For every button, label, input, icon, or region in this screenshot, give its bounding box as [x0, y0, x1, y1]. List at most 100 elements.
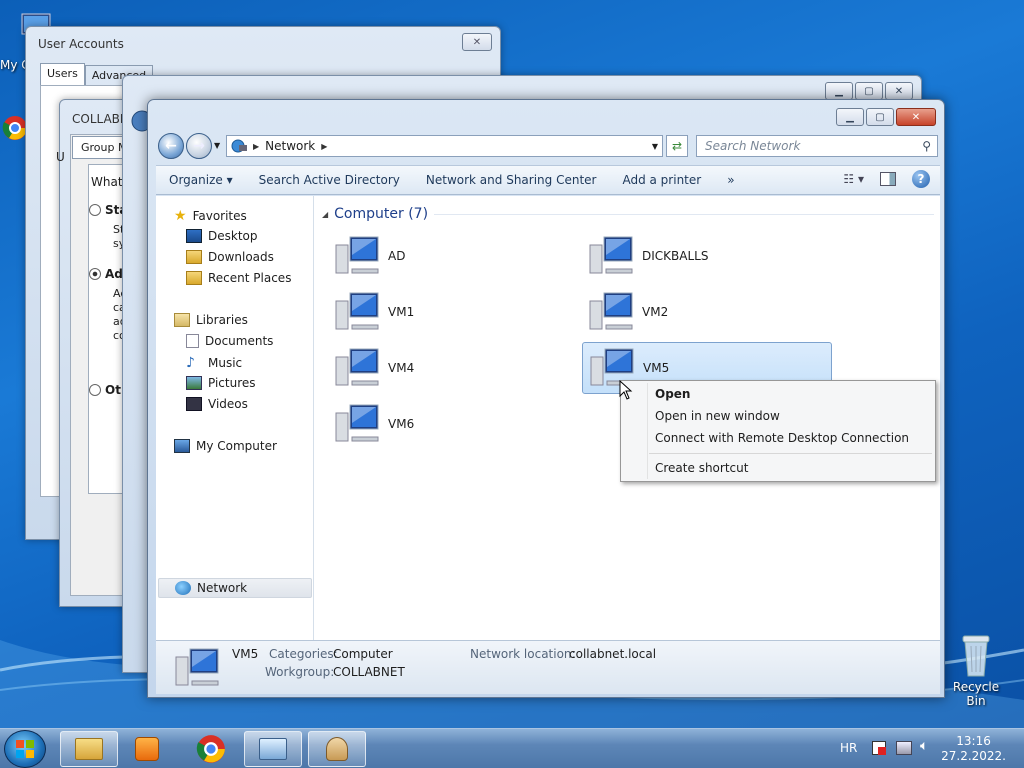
- recent-pages-dropdown-icon[interactable]: ▼: [214, 141, 220, 150]
- close-button[interactable]: ✕: [885, 82, 913, 100]
- nav-label: Pictures: [208, 376, 256, 390]
- computer-icon: [335, 236, 379, 274]
- nav-label: Downloads: [208, 250, 274, 264]
- taskbar-media-player-button[interactable]: [118, 731, 176, 767]
- change-view-icon[interactable]: ☷ ▾: [843, 172, 864, 186]
- mouse-cursor-icon: [619, 380, 633, 400]
- preview-pane-icon[interactable]: [880, 172, 896, 186]
- computer-icon: [335, 292, 379, 330]
- documents-icon: [186, 334, 199, 348]
- nav-network[interactable]: Network: [158, 578, 312, 598]
- navigation-pane: ★ Favorites Desktop Downloads Recent Pla…: [156, 196, 314, 640]
- computer-name: AD: [388, 249, 406, 263]
- clock[interactable]: 13:16 27.2.2022.: [941, 734, 1006, 764]
- nav-videos[interactable]: Videos: [186, 397, 248, 411]
- clock-date: 27.2.2022.: [941, 749, 1006, 763]
- group-header[interactable]: ◢ Computer (7): [322, 206, 428, 222]
- menu-item-remote-desktop[interactable]: Connect with Remote Desktop Connection: [655, 431, 909, 445]
- nav-label: Music: [208, 356, 243, 370]
- desktop-icon: [186, 229, 202, 243]
- breadcrumb-separator[interactable]: ▶: [253, 142, 259, 151]
- close-button[interactable]: ✕: [462, 33, 492, 51]
- action-center-icon[interactable]: [872, 741, 886, 755]
- computer-item-vm2[interactable]: VM2: [582, 286, 832, 338]
- taskbar-chrome-button[interactable]: [182, 731, 240, 767]
- search-icon[interactable]: ⚲: [922, 136, 931, 156]
- videos-icon: [186, 397, 202, 411]
- breadcrumb-network[interactable]: Network: [265, 139, 315, 153]
- nav-recent-places[interactable]: Recent Places: [186, 271, 291, 285]
- minimize-button[interactable]: ▁: [825, 82, 853, 100]
- back-button[interactable]: ←: [158, 133, 184, 159]
- group-divider: [434, 214, 934, 215]
- details-categories-value: Computer: [333, 647, 393, 661]
- network-sharing-center-button[interactable]: Network and Sharing Center: [413, 173, 610, 187]
- menu-item-create-shortcut[interactable]: Create shortcut: [655, 461, 748, 475]
- computer-item-ad[interactable]: AD: [328, 230, 578, 282]
- computer-name: VM2: [642, 305, 669, 319]
- address-dropdown-icon[interactable]: ▼: [652, 142, 658, 151]
- organize-label: Organize: [169, 173, 223, 187]
- context-menu: Open Open in new window Connect with Rem…: [620, 380, 936, 482]
- computer-item-vm6[interactable]: VM6: [328, 398, 578, 450]
- side-letter: U: [56, 150, 65, 164]
- nav-label: Network: [197, 581, 248, 595]
- maximize-button[interactable]: ▢: [866, 108, 894, 126]
- nav-label: My Computer: [196, 439, 277, 453]
- close-button[interactable]: ✕: [896, 108, 936, 126]
- add-printer-button[interactable]: Add a printer: [609, 173, 714, 187]
- nav-music[interactable]: ♪ Music: [186, 355, 242, 371]
- details-location-value: collabnet.local: [569, 647, 657, 661]
- computer-item-vm4[interactable]: VM4: [328, 342, 578, 394]
- volume-icon[interactable]: 🔈︎: [920, 738, 928, 754]
- taskbar-control-panel-button[interactable]: [244, 731, 302, 767]
- clock-time: 13:16: [956, 734, 991, 748]
- address-bar[interactable]: ▶ Network ▶ ▼: [226, 135, 663, 157]
- more-commands-button[interactable]: »: [714, 173, 747, 187]
- menu-item-open-new-window[interactable]: Open in new window: [655, 409, 780, 423]
- details-location-label: Network location:: [470, 647, 576, 661]
- network-tray-icon[interactable]: [896, 741, 912, 755]
- nav-downloads[interactable]: Downloads: [186, 250, 274, 264]
- search-active-directory-button[interactable]: Search Active Directory: [246, 173, 413, 187]
- nav-libraries[interactable]: Libraries: [174, 313, 248, 327]
- nav-label: Documents: [205, 334, 274, 348]
- nav-label: Favorites: [192, 209, 247, 223]
- breadcrumb-separator[interactable]: ▶: [321, 142, 327, 151]
- organize-button[interactable]: Organize ▾: [156, 173, 246, 187]
- menu-item-open[interactable]: Open: [655, 387, 690, 401]
- desktop-icon-recycle-bin[interactable]: Recycle Bin: [942, 630, 1010, 708]
- details-name: VM5: [232, 647, 259, 661]
- taskbar-explorer-button[interactable]: [60, 731, 118, 767]
- radio-button[interactable]: [89, 204, 101, 216]
- refresh-button[interactable]: ⇄: [666, 135, 688, 157]
- radio-button-selected[interactable]: [89, 268, 101, 280]
- details-workgroup-label: Workgroup:: [265, 665, 335, 679]
- control-panel-icon: [259, 738, 287, 760]
- computer-item-vm1[interactable]: VM1: [328, 286, 578, 338]
- tab-users[interactable]: Users: [40, 63, 85, 85]
- computer-name: VM5: [643, 361, 670, 375]
- forward-button[interactable]: →: [186, 133, 212, 159]
- nav-documents[interactable]: Documents: [186, 334, 273, 348]
- search-input[interactable]: Search Network ⚲: [696, 135, 938, 157]
- explorer-icon: [75, 738, 103, 760]
- start-button[interactable]: [4, 730, 46, 768]
- nav-label: Videos: [208, 397, 248, 411]
- taskbar-user-accounts-button[interactable]: [308, 731, 366, 767]
- computer-name: VM4: [388, 361, 415, 375]
- nav-favorites[interactable]: ★ Favorites: [174, 208, 247, 224]
- maximize-button[interactable]: ▢: [855, 82, 883, 100]
- computer-icon: [589, 236, 633, 274]
- help-icon[interactable]: ?: [912, 170, 930, 188]
- details-workgroup-value: COLLABNET: [333, 665, 405, 679]
- nav-my-computer[interactable]: My Computer: [174, 439, 277, 453]
- computer-item-dickballs[interactable]: DICKBALLS: [582, 230, 832, 282]
- radio-button[interactable]: [89, 384, 101, 396]
- nav-pictures[interactable]: Pictures: [186, 376, 256, 390]
- nav-desktop[interactable]: Desktop: [186, 229, 258, 243]
- computer-icon: [335, 404, 379, 442]
- taskbar: HR 🔈︎ 13:16 27.2.2022.: [0, 728, 1024, 768]
- minimize-button[interactable]: ▁: [836, 108, 864, 126]
- language-indicator[interactable]: HR: [840, 741, 857, 755]
